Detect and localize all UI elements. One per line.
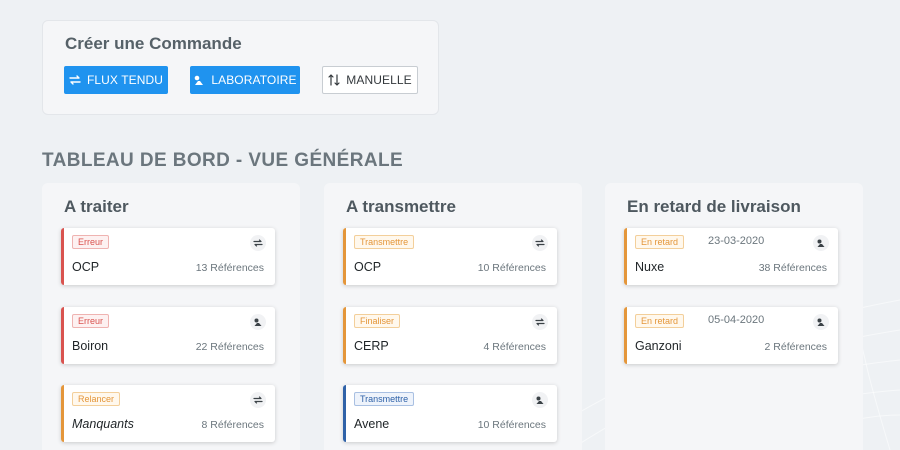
- swap-icon: [532, 314, 548, 330]
- supplier-name: Nuxe: [635, 260, 665, 274]
- status-badge: Erreur: [72, 314, 110, 328]
- order-card[interactable]: En retard 23-03-2020 Nuxe 38 Références: [624, 228, 838, 285]
- supplier-name: OCP: [72, 260, 100, 274]
- delivery-date: 23-03-2020: [708, 235, 765, 247]
- reference-count: 2 Références: [764, 341, 827, 353]
- supplier-name: Manquants: [72, 417, 134, 431]
- status-bar: [624, 228, 627, 285]
- order-card[interactable]: Erreur Boiron 22 Références: [61, 307, 275, 364]
- column-title: En retard de livraison: [627, 197, 801, 216]
- column-a-traiter: A traiter Erreur OCP 13 Références Erreu…: [42, 183, 300, 450]
- laboratoire-label: LABORATOIRE: [211, 73, 297, 87]
- sort-icon: [328, 74, 340, 86]
- status-badge: Erreur: [72, 235, 110, 249]
- order-card[interactable]: En retard 05-04-2020 Ganzoni 2 Référence…: [624, 307, 838, 364]
- reference-count: 38 Références: [758, 262, 827, 274]
- supplier-name: Ganzoni: [635, 339, 682, 353]
- status-bar: [624, 307, 627, 364]
- reference-count: 13 Références: [195, 262, 264, 274]
- supplier-name: OCP: [354, 260, 382, 274]
- column-en-retard: En retard de livraison En retard 23-03-2…: [605, 183, 863, 450]
- status-bar: [61, 307, 64, 364]
- flask-icon: [813, 235, 829, 251]
- supplier-name: Boiron: [72, 339, 109, 353]
- status-badge: Transmettre: [354, 392, 415, 406]
- status-bar: [343, 228, 346, 285]
- manuelle-button[interactable]: MANUELLE: [322, 66, 418, 94]
- status-bar: [343, 307, 346, 364]
- supplier-name: CERP: [354, 339, 389, 353]
- status-badge: Relancer: [72, 392, 121, 406]
- order-card[interactable]: Erreur OCP 13 Références: [61, 228, 275, 285]
- status-bar: [61, 385, 64, 442]
- flask-icon: [195, 75, 204, 85]
- status-badge: Transmettre: [354, 235, 415, 249]
- status-badge: En retard: [635, 235, 685, 249]
- reference-count: 10 Références: [477, 419, 546, 431]
- supplier-name: Avene: [354, 417, 390, 431]
- status-badge: En retard: [635, 314, 685, 328]
- status-bar: [343, 385, 346, 442]
- reference-count: 22 Références: [195, 341, 264, 353]
- flask-icon: [532, 392, 548, 408]
- create-order-panel: Créer une Commande FLUX TENDU LABORATOIR…: [42, 20, 439, 115]
- laboratoire-button[interactable]: LABORATOIRE: [190, 66, 300, 94]
- swap-icon: [532, 235, 548, 251]
- reference-count: 4 Références: [483, 341, 546, 353]
- manuelle-label: MANUELLE: [346, 73, 412, 87]
- column-title: A transmettre: [346, 197, 456, 216]
- swap-icon: [250, 235, 266, 251]
- order-card[interactable]: Transmettre OCP 10 Références: [343, 228, 557, 285]
- flask-icon: [813, 314, 829, 330]
- column-title: A traiter: [64, 197, 129, 216]
- order-card[interactable]: Transmettre Avene 10 Références: [343, 385, 557, 442]
- flask-icon: [250, 314, 266, 330]
- reference-count: 10 Références: [477, 262, 546, 274]
- flux-tendu-label: FLUX TENDU: [86, 73, 164, 87]
- create-order-title: Créer une Commande: [65, 34, 242, 53]
- status-badge: Finaliser: [354, 314, 401, 328]
- order-card[interactable]: Finaliser CERP 4 Références: [343, 307, 557, 364]
- column-a-transmettre: A transmettre Transmettre OCP 10 Référen…: [324, 183, 582, 450]
- status-bar: [61, 228, 64, 285]
- swap-icon: [69, 75, 81, 85]
- order-card[interactable]: Relancer Manquants 8 Références: [61, 385, 275, 442]
- flux-tendu-button[interactable]: FLUX TENDU: [64, 66, 168, 94]
- swap-icon: [250, 392, 266, 408]
- reference-count: 8 Références: [201, 419, 264, 431]
- dashboard-title: TABLEAU DE BORD - VUE GÉNÉRALE: [42, 150, 404, 171]
- delivery-date: 05-04-2020: [708, 314, 765, 326]
